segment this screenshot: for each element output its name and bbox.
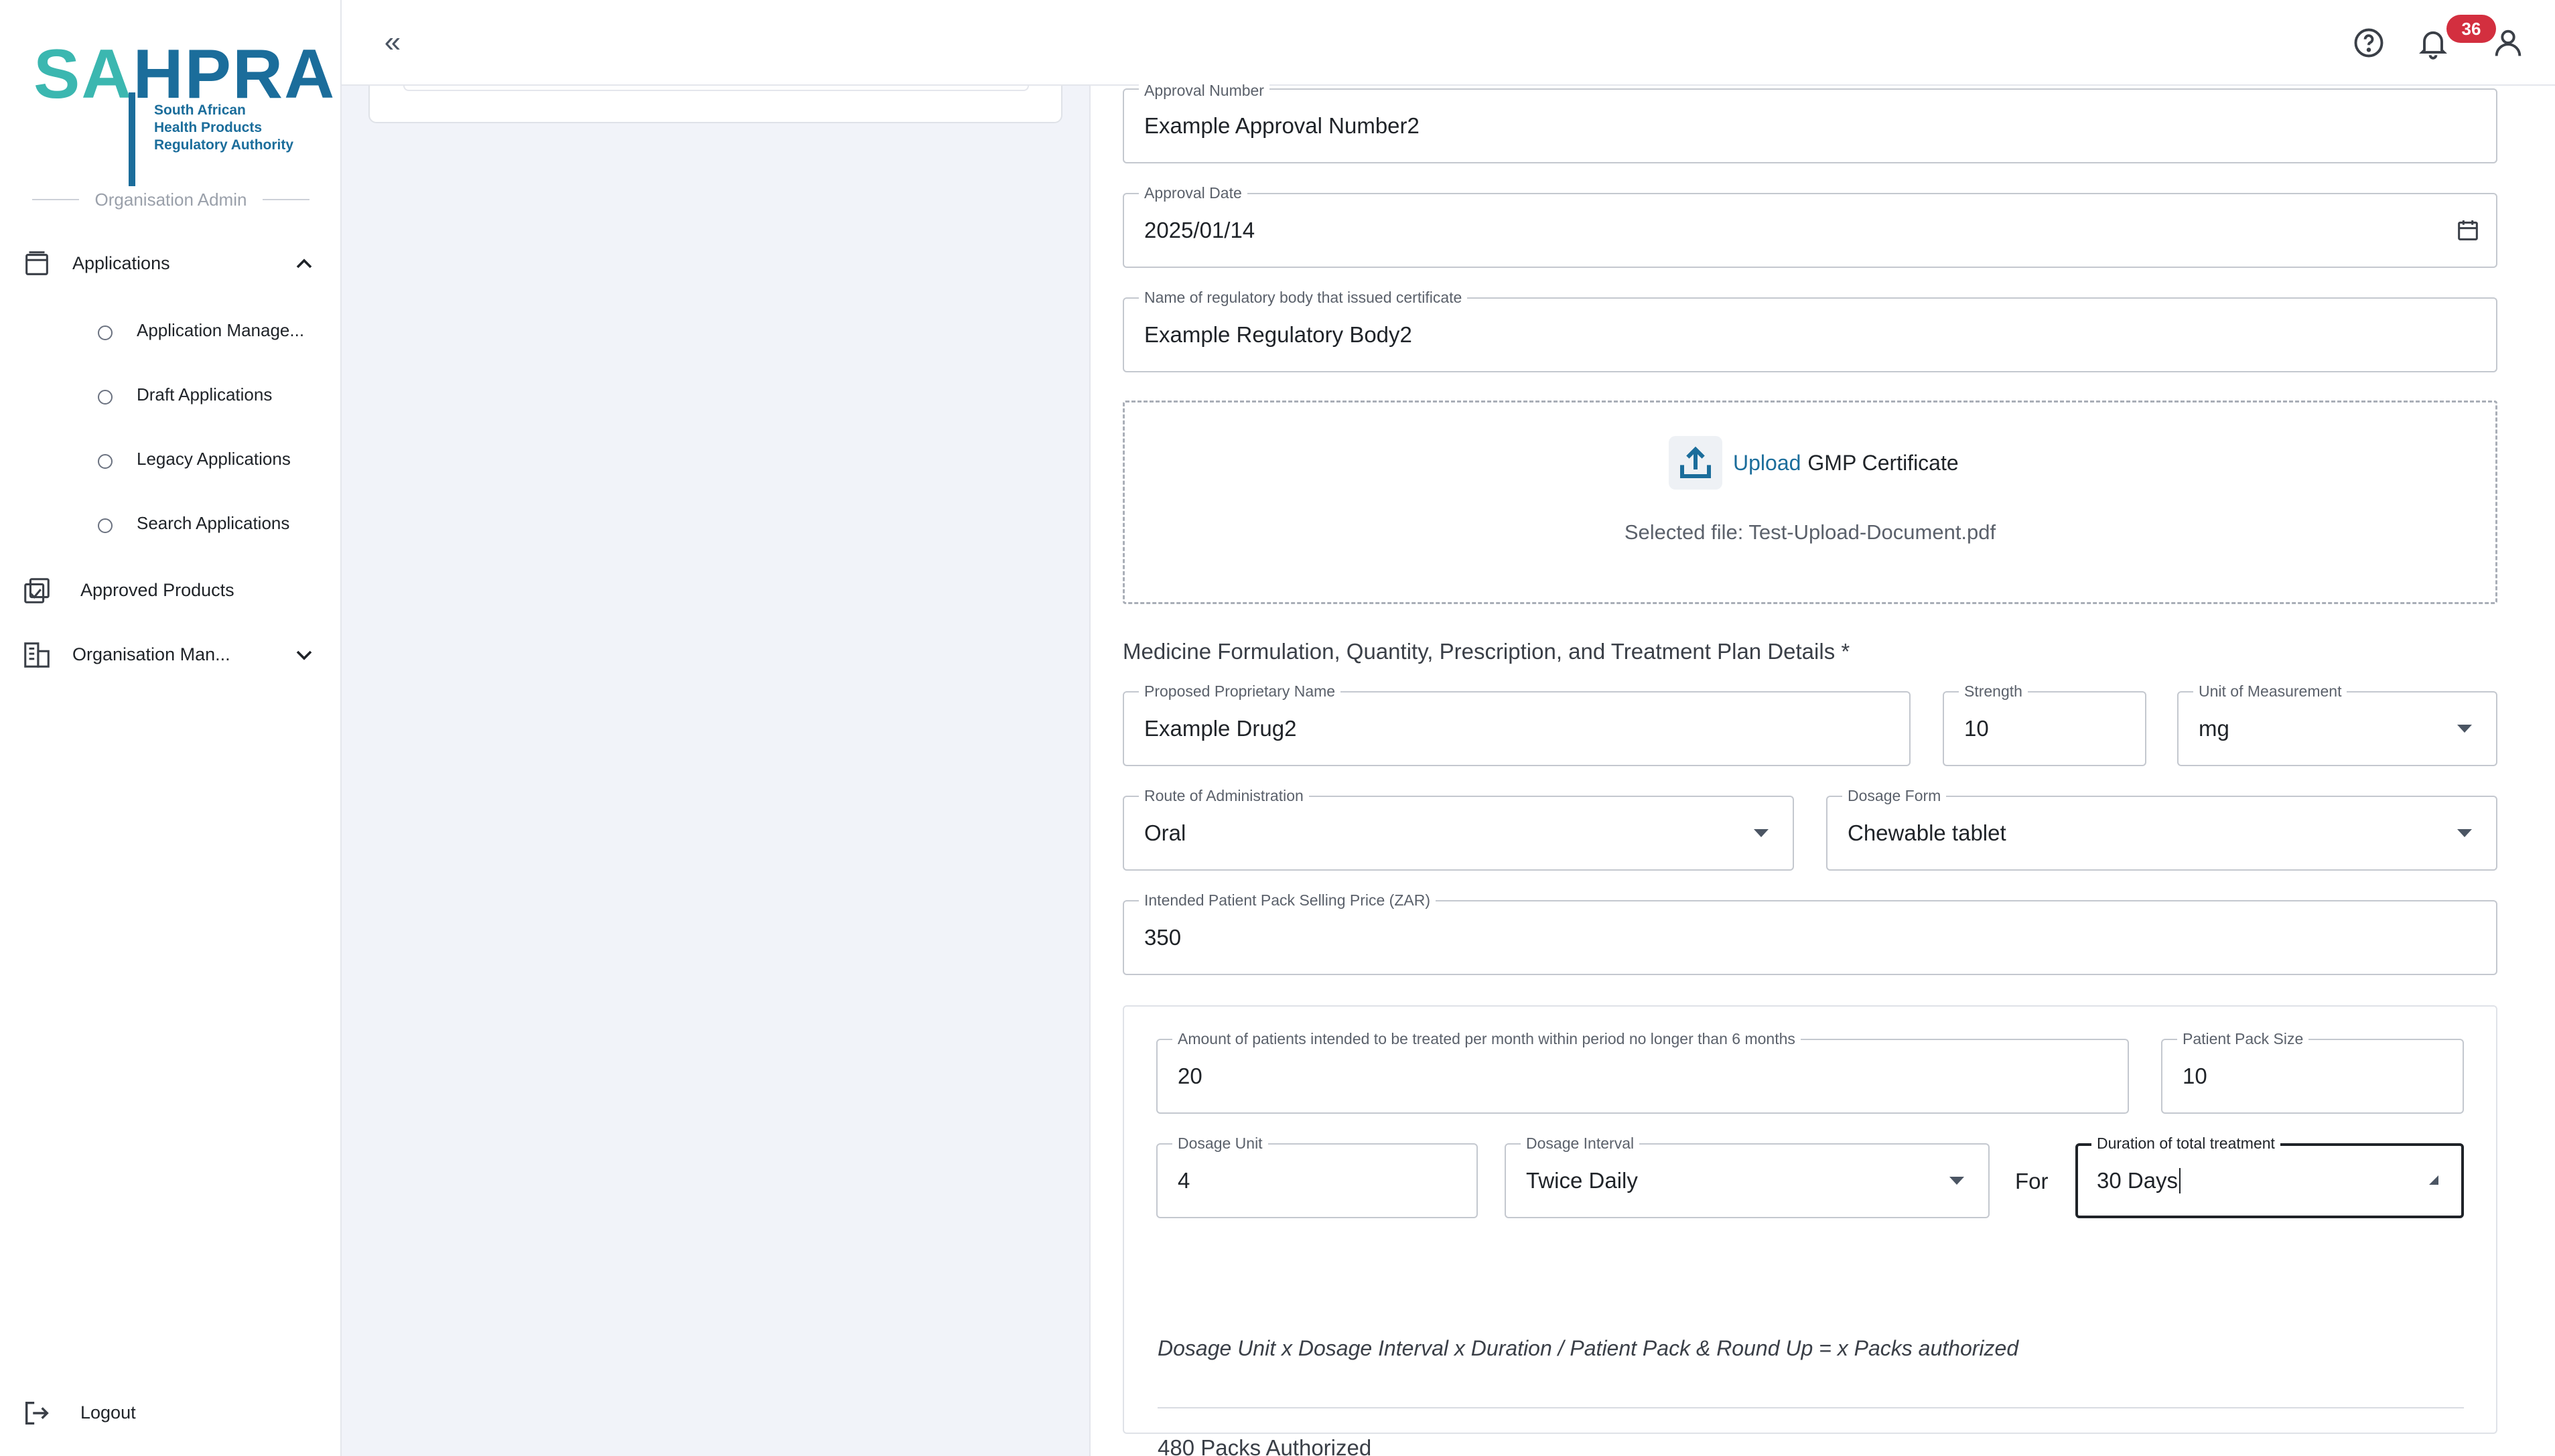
regulatory-body-value: Example Regulatory Body2 [1144, 322, 1412, 347]
duration-of-treatment-field[interactable]: Duration of total treatment 30 Days [2075, 1133, 2464, 1218]
approval-date-value: 2025/01/14 [1144, 218, 1255, 242]
sidebar: SAHPRA South African Health Products Reg… [0, 0, 342, 1456]
sidebar-item-organisation-management[interactable]: Organisation Man... [0, 635, 342, 675]
selling-price-value: 350 [1144, 925, 1182, 950]
resize-handle-icon[interactable] [2429, 1175, 2438, 1185]
regulatory-body-field[interactable]: Name of regulatory body that issued cert… [1123, 287, 2497, 372]
chevron-up-icon[interactable] [291, 250, 318, 277]
upload-prompt: Upload GMP Certificate [1733, 444, 1959, 482]
sidebar-item-approved-products[interactable]: Approved Products [0, 571, 342, 611]
form-panel: Approval Number Example Approval Number2… [1089, 80, 2555, 1456]
approval-number-value: Example Approval Number2 [1144, 113, 1420, 138]
radio-icon [98, 390, 113, 405]
sidebar-item-legacy-applications[interactable]: Legacy Applications [137, 449, 291, 469]
proprietary-name-field[interactable]: Proposed Proprietary Name Example Drug2 [1123, 681, 1911, 766]
upload-icon[interactable] [1669, 436, 1722, 490]
dropdown-arrow-icon[interactable] [2457, 829, 2472, 837]
notification-count-badge: 36 [2446, 15, 2496, 43]
sidebar-item-label: Organisation Man... [72, 644, 230, 664]
unit-of-measurement-select[interactable]: Unit of Measurement mg [2177, 681, 2497, 766]
route-of-administration-select[interactable]: Route of Administration Oral [1123, 786, 1794, 871]
summary-card [368, 86, 1062, 123]
approval-number-field[interactable]: Approval Number Example Approval Number2 [1123, 80, 2497, 163]
approval-date-field[interactable]: Approval Date 2025/01/14 [1123, 183, 2497, 268]
selected-file-text: Selected file: Test-Upload-Document.pdf [1624, 520, 1996, 544]
sidebar-item-search-applications[interactable]: Search Applications [137, 513, 289, 534]
role-label: Organisation Admin [94, 189, 247, 210]
dosage-form-value: Chewable tablet [1848, 820, 2006, 845]
dropdown-arrow-icon[interactable] [2457, 725, 2472, 733]
sidebar-item-draft-applications[interactable]: Draft Applications [137, 384, 272, 405]
packs-formula: Dosage Unit x Dosage Interval x Duration… [1158, 1336, 2019, 1360]
calendar-icon[interactable] [2455, 217, 2481, 244]
sahpra-logo[interactable]: SAHPRA South African Health Products Reg… [33, 38, 334, 186]
patients-per-month-value: 20 [1178, 1064, 1202, 1088]
sidebar-item-label: Applications [72, 253, 170, 273]
divider [1158, 1407, 2464, 1408]
logo-wordmark: SAHPRA [33, 35, 336, 113]
packs-authorized-result: 480 Packs Authorized [1158, 1435, 1372, 1456]
upload-link[interactable]: Upload [1733, 451, 1801, 476]
logo-bar [129, 92, 135, 186]
gmp-certificate-upload-dropzone[interactable]: Upload GMP Certificate Selected file: Te… [1123, 401, 2497, 604]
for-label: For [2015, 1169, 2049, 1193]
help-icon[interactable] [2351, 25, 2386, 60]
logo-subtitle: South African Health Products Regulatory… [154, 102, 294, 153]
patient-pack-size-field[interactable]: Patient Pack Size 10 [2161, 1029, 2464, 1114]
dosage-interval-select[interactable]: Dosage Interval Twice Daily [1505, 1133, 1990, 1218]
role-divider: Organisation Admin [32, 188, 309, 212]
chevron-down-icon[interactable] [291, 642, 318, 668]
strength-value: 10 [1964, 716, 1989, 741]
radio-icon [98, 325, 113, 340]
strength-field[interactable]: Strength 10 [1943, 681, 2146, 766]
building-icon [21, 640, 52, 670]
applications-icon [21, 248, 52, 279]
radio-icon [98, 518, 113, 533]
logout-icon [21, 1398, 52, 1429]
approved-products-icon [21, 575, 52, 606]
upload-target-label: GMP Certificate [1807, 450, 1959, 475]
sidebar-item-label: Approved Products [80, 580, 234, 600]
proprietary-name-value: Example Drug2 [1144, 716, 1297, 741]
selling-price-field[interactable]: Intended Patient Pack Selling Price (ZAR… [1123, 890, 2497, 975]
duration-of-treatment-input: 30 Days [2097, 1146, 2181, 1216]
selling-price-label: Intended Patient Pack Selling Price (ZAR… [1139, 890, 1436, 910]
dosage-form-select[interactable]: Dosage Form Chewable tablet [1826, 786, 2497, 871]
dropdown-arrow-icon[interactable] [1949, 1177, 1964, 1185]
section-title: Medicine Formulation, Quantity, Prescrip… [1123, 639, 1850, 664]
patient-pack-size-value: 10 [2183, 1064, 2207, 1088]
dosage-unit-value: 4 [1178, 1168, 1190, 1193]
patients-per-month-label: Amount of patients intended to be treate… [1172, 1029, 1801, 1049]
collapse-sidebar-button[interactable]: « [374, 25, 411, 59]
logout-label: Logout [80, 1402, 136, 1423]
top-bar: « [342, 0, 2555, 86]
patients-per-month-field[interactable]: Amount of patients intended to be treate… [1156, 1029, 2129, 1114]
radio-icon [98, 454, 113, 469]
sidebar-item-applications[interactable]: Applications [0, 244, 342, 284]
dosage-interval-value: Twice Daily [1526, 1168, 1638, 1193]
sidebar-item-application-management[interactable]: Application Manage... [137, 320, 304, 341]
dropdown-arrow-icon[interactable] [1754, 829, 1769, 837]
notification-bell-icon[interactable] [2416, 25, 2450, 60]
text-cursor [2179, 1168, 2181, 1193]
treatment-plan-calculator: Amount of patients intended to be treate… [1123, 1005, 2497, 1456]
dosage-unit-field[interactable]: Dosage Unit 4 [1156, 1133, 1478, 1218]
logout-button[interactable]: Logout [0, 1393, 342, 1433]
route-of-administration-value: Oral [1144, 820, 1186, 845]
summary-card-field [403, 86, 1029, 91]
unit-of-measurement-value: mg [2199, 716, 2229, 741]
